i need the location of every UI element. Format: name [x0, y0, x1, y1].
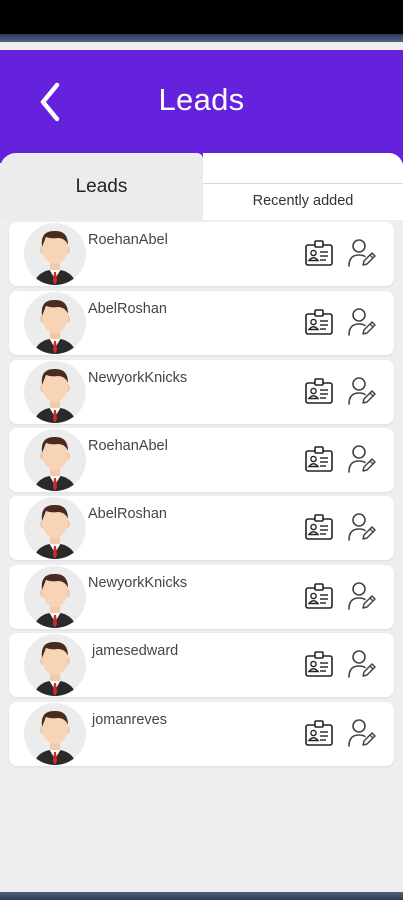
lead-card[interactable]: NewyorkKnicks: [9, 360, 394, 424]
edit-lead-button[interactable]: [345, 510, 379, 544]
contact-card-button[interactable]: [302, 374, 336, 408]
lead-card[interactable]: RoehanAbel: [9, 428, 394, 492]
contact-card-button[interactable]: [302, 716, 336, 750]
id-card-icon: [305, 309, 333, 335]
lead-name: jamesedward: [92, 643, 179, 659]
avatar-icon: [24, 566, 86, 628]
tab-label: Recently added: [252, 193, 354, 209]
contact-card-button[interactable]: [302, 236, 336, 270]
avatar-icon: [24, 634, 86, 696]
status-bar: [0, 0, 403, 42]
edit-lead-button[interactable]: [345, 305, 379, 339]
id-card-icon: [305, 378, 333, 404]
page-title: Leads: [158, 82, 245, 117]
tab-bar: Leads Recently added: [0, 153, 403, 220]
edit-lead-button[interactable]: [345, 647, 379, 681]
contact-card-button[interactable]: [302, 442, 336, 476]
contact-card-button[interactable]: [302, 305, 336, 339]
contact-card-button[interactable]: [302, 647, 336, 681]
edit-lead-button[interactable]: [345, 374, 379, 408]
user-edit-icon: [348, 719, 376, 747]
user-edit-icon: [348, 445, 376, 473]
lead-card[interactable]: NewyorkKnicks: [9, 565, 394, 629]
id-card-icon: [305, 651, 333, 677]
avatar-icon: [24, 223, 86, 285]
lead-name: AbelRoshan: [88, 506, 167, 522]
lead-card[interactable]: jomanreves: [9, 702, 394, 766]
lead-name: AbelRoshan: [88, 301, 167, 317]
id-card-icon: [305, 446, 333, 472]
user-edit-icon: [348, 308, 376, 336]
id-card-icon: [305, 514, 333, 540]
id-card-icon: [305, 240, 333, 266]
lead-card[interactable]: jamesedward: [9, 633, 394, 697]
edit-lead-button[interactable]: [345, 579, 379, 613]
avatar-icon: [24, 429, 86, 491]
lead-card[interactable]: AbelRoshan: [9, 291, 394, 355]
edit-lead-button[interactable]: [345, 236, 379, 270]
lead-name: jomanreves: [92, 712, 167, 728]
user-edit-icon: [348, 650, 376, 678]
navigation-bar: [0, 892, 403, 900]
lead-card[interactable]: RoehanAbel: [9, 222, 394, 286]
user-edit-icon: [348, 377, 376, 405]
lead-name: RoehanAbel: [88, 438, 168, 454]
user-edit-icon: [348, 582, 376, 610]
lead-card[interactable]: AbelRoshan: [9, 496, 394, 560]
contact-card-button[interactable]: [302, 579, 336, 613]
edit-lead-button[interactable]: [345, 716, 379, 750]
tab-recently-added[interactable]: Recently added: [203, 153, 403, 220]
tab-label: Leads: [75, 175, 128, 197]
avatar-icon: [24, 497, 86, 559]
user-edit-icon: [348, 239, 376, 267]
id-card-icon: [305, 583, 333, 609]
lead-name: NewyorkKnicks: [88, 575, 188, 591]
app-header: Leads: [0, 50, 403, 163]
lead-name: NewyorkKnicks: [88, 370, 188, 386]
user-edit-icon: [348, 513, 376, 541]
id-card-icon: [305, 720, 333, 746]
tab-leads[interactable]: Leads: [0, 153, 203, 220]
avatar-icon: [24, 703, 86, 765]
lead-name: RoehanAbel: [88, 232, 168, 248]
divider: [203, 183, 403, 184]
contact-card-button[interactable]: [302, 510, 336, 544]
avatar-icon: [24, 361, 86, 423]
avatar-icon: [24, 292, 86, 354]
edit-lead-button[interactable]: [345, 442, 379, 476]
